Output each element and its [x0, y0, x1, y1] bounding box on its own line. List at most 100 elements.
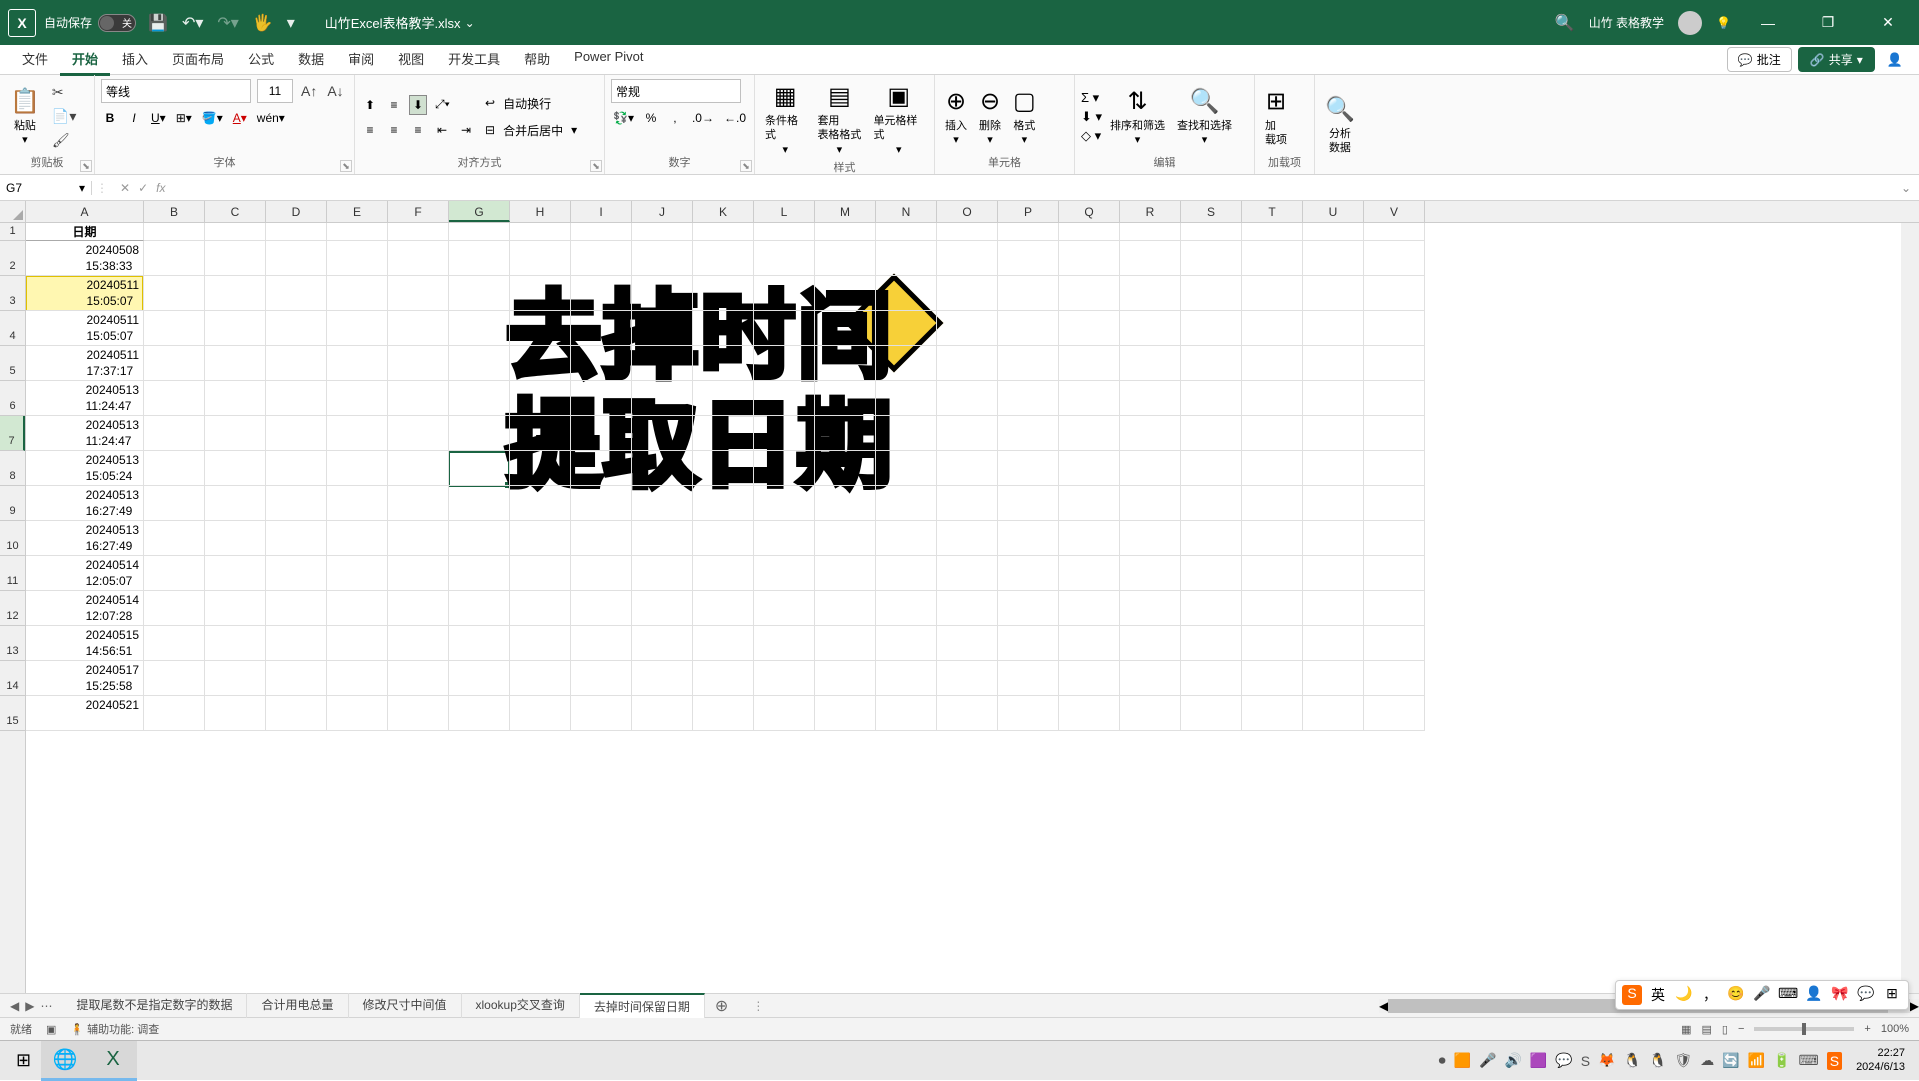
cell-L9[interactable]	[754, 486, 815, 521]
ribbon-tab-视图[interactable]: 视图	[386, 44, 436, 76]
cell-C9[interactable]	[205, 486, 266, 521]
align-launcher-icon[interactable]: ⬊	[590, 160, 602, 172]
ime-lang-button[interactable]: 英	[1648, 985, 1668, 1005]
normal-view-icon[interactable]: ▦	[1681, 1023, 1691, 1036]
cell-A15[interactable]: 20240521	[26, 696, 144, 731]
cell-L14[interactable]	[754, 661, 815, 696]
cell-V3[interactable]	[1364, 276, 1425, 311]
ime-comma-icon[interactable]: ，	[1700, 985, 1720, 1005]
cell-A11[interactable]: 2024051412:05:07	[26, 556, 144, 591]
cell-J1[interactable]	[632, 223, 693, 241]
cell-I8[interactable]	[571, 451, 632, 486]
cell-F13[interactable]	[388, 626, 449, 661]
cell-E15[interactable]	[327, 696, 388, 731]
cell-G12[interactable]	[449, 591, 510, 626]
cell-N7[interactable]	[876, 416, 937, 451]
cell-A1[interactable]: 日期	[26, 223, 144, 241]
col-header-K[interactable]: K	[693, 201, 754, 222]
cell-E11[interactable]	[327, 556, 388, 591]
cell-O2[interactable]	[937, 241, 998, 276]
cell-K15[interactable]	[693, 696, 754, 731]
minimize-button[interactable]: —	[1745, 0, 1791, 45]
accessibility-status[interactable]: 🧍 辅助功能: 调查	[70, 1021, 159, 1037]
col-header-R[interactable]: R	[1120, 201, 1181, 222]
sheet-tab[interactable]: 合计用电总量	[247, 993, 348, 1018]
autosum-icon[interactable]: Σ ▾	[1081, 90, 1102, 106]
cell-B3[interactable]	[144, 276, 205, 311]
cell-I1[interactable]	[571, 223, 632, 241]
cell-G15[interactable]	[449, 696, 510, 731]
tray-volume-icon[interactable]: 🔊	[1504, 1052, 1521, 1069]
cell-P3[interactable]	[998, 276, 1059, 311]
sort-filter-button[interactable]: ⇅排序和筛选▾	[1106, 84, 1169, 150]
cell-H7[interactable]	[510, 416, 571, 451]
tray-battery-icon[interactable]: 🔋	[1773, 1052, 1790, 1069]
cell-C7[interactable]	[205, 416, 266, 451]
sheet-tab[interactable]: xlookup交叉查询	[462, 993, 580, 1018]
autosave-toggle[interactable]: 自动保存 关	[44, 14, 136, 32]
cell-A12[interactable]: 2024051412:07:28	[26, 591, 144, 626]
cell-styles-button[interactable]: ▣单元格样式▾	[869, 79, 928, 159]
phonetic-icon[interactable]: wén▾	[255, 109, 287, 127]
cell-F9[interactable]	[388, 486, 449, 521]
cell-G9[interactable]	[449, 486, 510, 521]
cell-Q6[interactable]	[1059, 381, 1120, 416]
cell-L6[interactable]	[754, 381, 815, 416]
cell-U7[interactable]	[1303, 416, 1364, 451]
user-avatar-icon[interactable]	[1678, 11, 1702, 35]
tray-wifi-icon[interactable]: 📶	[1748, 1052, 1765, 1069]
cell-V9[interactable]	[1364, 486, 1425, 521]
cell-C1[interactable]	[205, 223, 266, 241]
row-header-12[interactable]: 12	[0, 591, 25, 626]
cell-V15[interactable]	[1364, 696, 1425, 731]
cell-R9[interactable]	[1120, 486, 1181, 521]
cell-T11[interactable]	[1242, 556, 1303, 591]
cell-K2[interactable]	[693, 241, 754, 276]
cell-M5[interactable]	[815, 346, 876, 381]
cell-Q13[interactable]	[1059, 626, 1120, 661]
cell-N8[interactable]	[876, 451, 937, 486]
cell-O15[interactable]	[937, 696, 998, 731]
clipboard-launcher-icon[interactable]: ⬊	[80, 160, 92, 172]
cell-U12[interactable]	[1303, 591, 1364, 626]
cell-Q11[interactable]	[1059, 556, 1120, 591]
cell-E14[interactable]	[327, 661, 388, 696]
tray-mic-icon[interactable]: 🎤	[1479, 1052, 1496, 1069]
cell-R3[interactable]	[1120, 276, 1181, 311]
cell-I2[interactable]	[571, 241, 632, 276]
cell-I7[interactable]	[571, 416, 632, 451]
clear-icon[interactable]: ◇ ▾	[1081, 128, 1102, 144]
cell-R5[interactable]	[1120, 346, 1181, 381]
cell-U8[interactable]	[1303, 451, 1364, 486]
cell-L15[interactable]	[754, 696, 815, 731]
row-header-2[interactable]: 2	[0, 241, 25, 276]
scroll-right-icon[interactable]: ▶	[1910, 999, 1919, 1013]
cell-A14[interactable]: 2024051715:25:58	[26, 661, 144, 696]
cell-O12[interactable]	[937, 591, 998, 626]
ribbon-tab-帮助[interactable]: 帮助	[512, 44, 562, 76]
share-button[interactable]: 🔗 共享 ▾	[1798, 47, 1875, 72]
filename-dropdown-icon[interactable]: ⌄	[465, 16, 475, 30]
cell-U14[interactable]	[1303, 661, 1364, 696]
col-header-L[interactable]: L	[754, 201, 815, 222]
tray-app3-icon[interactable]: 🦊	[1598, 1052, 1615, 1069]
row-header-15[interactable]: 15	[0, 696, 25, 731]
cell-T8[interactable]	[1242, 451, 1303, 486]
cell-E6[interactable]	[327, 381, 388, 416]
tray-onedrive-icon[interactable]: ☁	[1700, 1052, 1714, 1069]
addins-button[interactable]: ⊞加 载项	[1261, 84, 1291, 150]
cell-N4[interactable]	[876, 311, 937, 346]
cell-V5[interactable]	[1364, 346, 1425, 381]
cell-D6[interactable]	[266, 381, 327, 416]
cell-O3[interactable]	[937, 276, 998, 311]
decrease-indent-icon[interactable]: ⇤	[433, 121, 451, 139]
cell-T9[interactable]	[1242, 486, 1303, 521]
cell-B10[interactable]	[144, 521, 205, 556]
spreadsheet-grid[interactable]: ABCDEFGHIJKLMNOPQRSTUV 12345678910111213…	[0, 201, 1919, 993]
page-layout-view-icon[interactable]: ▤	[1702, 1023, 1712, 1036]
cell-E13[interactable]	[327, 626, 388, 661]
fill-icon[interactable]: ⬇ ▾	[1081, 109, 1102, 125]
cell-P10[interactable]	[998, 521, 1059, 556]
ribbon-tab-开发工具[interactable]: 开发工具	[436, 44, 512, 76]
cell-G3[interactable]	[449, 276, 510, 311]
